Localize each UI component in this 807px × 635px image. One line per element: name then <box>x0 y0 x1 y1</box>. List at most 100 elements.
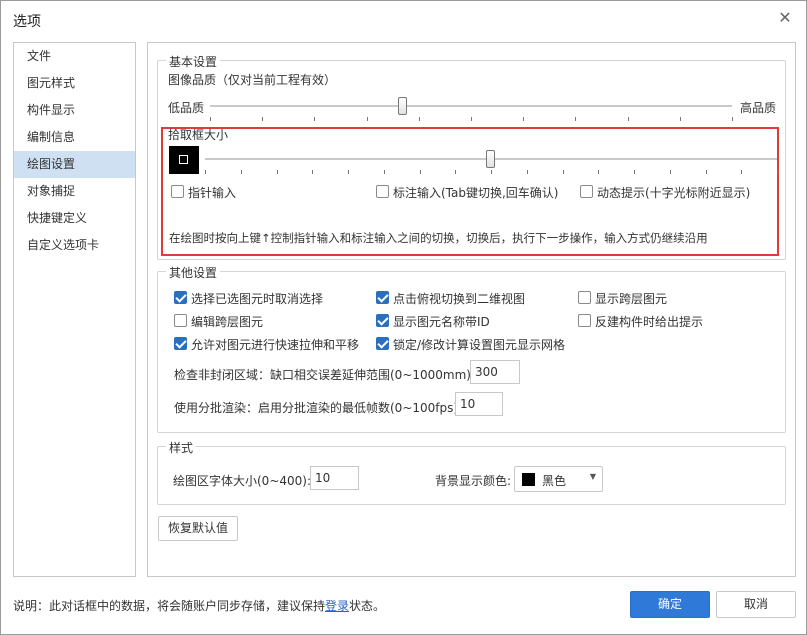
slider-tick <box>205 170 206 174</box>
slider-tick <box>276 170 278 174</box>
slider-tick <box>419 170 421 174</box>
dynamic-hint-label: 动态提示(十字光标附近显示) <box>597 186 751 200</box>
nav-item-label: 构件显示 <box>27 103 76 117</box>
slider-tick <box>383 170 385 174</box>
bg-color-label: 背景显示颜色: <box>435 474 512 488</box>
style-legend: 样式 <box>166 439 197 456</box>
bg-color-value: 黑色 <box>542 474 567 488</box>
topview-2d-checkbox[interactable] <box>376 291 389 304</box>
gap-range-input[interactable]: 300 <box>470 360 520 384</box>
image-quality-label: 图像品质（仅对当前工程有效） <box>168 73 337 87</box>
deselect-selected-label: 选择已选图元时取消选择 <box>191 292 324 306</box>
pick-box-preview <box>169 146 199 174</box>
show-cross-layer-label: 显示跨层图元 <box>595 292 668 306</box>
nav-item-drawing-settings[interactable]: 绘图设置 <box>14 151 135 178</box>
edit-cross-layer-label: 编辑跨层图元 <box>191 315 264 329</box>
title-bar: 选项 ✕ <box>1 1 806 37</box>
dim-input-checkbox[interactable] <box>376 185 389 198</box>
nav-item-object-snap[interactable]: 对象捕捉 <box>14 178 135 205</box>
other-settings-group: 其他设置 选择已选图元时取消选择 点击俯视切换到二维视图 显示跨层图元 编辑跨层… <box>157 264 786 433</box>
slider-tick <box>348 170 349 174</box>
slider-tick <box>455 170 457 174</box>
nav-item-custom-tabs[interactable]: 自定义选项卡 <box>14 232 135 259</box>
slider-tick <box>312 170 314 174</box>
pick-box-label: 拾取框大小 <box>168 128 229 142</box>
reverse-build-prompt-label: 反建构件时给出提示 <box>595 315 704 329</box>
slider-tick <box>777 170 778 174</box>
slider-tick <box>240 170 242 174</box>
close-icon[interactable]: ✕ <box>776 9 794 27</box>
nav-item-label: 对象捕捉 <box>27 184 76 198</box>
show-name-id-label: 显示图元名称带ID <box>393 315 490 329</box>
dim-input-label: 标注输入(Tab键切换,回车确认) <box>393 186 559 200</box>
slider-tick <box>634 170 635 174</box>
nav-item-label: 自定义选项卡 <box>27 238 100 252</box>
nav-item-label: 图元样式 <box>27 76 76 90</box>
nav-item-shortcut-keys[interactable]: 快捷键定义 <box>14 205 135 232</box>
footer-note-suffix: 状态。 <box>349 599 386 613</box>
lock-grid-label: 锁定/修改计算设置图元显示网格 <box>393 338 566 352</box>
restore-defaults-button[interactable]: 恢复默认值 <box>158 516 238 541</box>
slider-tick <box>314 117 316 121</box>
nav-item-component-display[interactable]: 构件显示 <box>14 97 135 124</box>
pick-box-highlight: 拾取框大小 指针输入 标注输入(Tab键切换,回车确认) 动态提示(十字光标附近… <box>161 127 779 256</box>
slider-tick <box>669 170 671 174</box>
nav-item-label: 绘图设置 <box>27 157 76 171</box>
deselect-selected-checkbox[interactable] <box>174 291 187 304</box>
nav-item-label: 快捷键定义 <box>27 211 88 225</box>
settings-panel: 基本设置 图像品质（仅对当前工程有效） 低品质 高品质 拾取框大小 指针输入 标… <box>147 42 796 577</box>
batch-render-label: 使用分批渲染：启用分批渲染的最低帧数(0~100fps): <box>174 401 463 415</box>
nav-item-label: 编制信息 <box>27 130 76 144</box>
pointer-input-label: 指针输入 <box>188 186 237 200</box>
pick-box-slider[interactable] <box>486 150 495 168</box>
input-switch-hint: 在绘图时按向上键↑控制指针输入和标注输入之间的切换，切换后，执行下一步操作，输入… <box>169 231 708 245</box>
cancel-button[interactable]: 取消 <box>716 591 796 618</box>
nav-item-compile-info[interactable]: 编制信息 <box>14 124 135 151</box>
reverse-build-prompt-checkbox[interactable] <box>578 314 591 327</box>
image-quality-slider[interactable] <box>398 97 408 115</box>
slider-tick <box>679 117 681 121</box>
footer-note: 说明：此对话框中的数据，将会随账户同步存储，建议保持登录状态。 <box>13 597 385 614</box>
slider-tick <box>732 117 733 121</box>
nav-item-label: 文件 <box>27 49 52 63</box>
footer-note-text: 说明：此对话框中的数据，将会随账户同步存储，建议保持 <box>13 599 326 613</box>
show-name-id-checkbox[interactable] <box>376 314 389 327</box>
gap-range-label: 检查非封闭区域：缺口相交误差延伸范围(0~1000mm): <box>174 368 476 382</box>
ok-button[interactable]: 确定 <box>630 591 710 618</box>
slider-tick <box>575 117 577 121</box>
slider-tick <box>491 170 492 174</box>
login-link[interactable]: 登录 <box>325 599 349 613</box>
slider-tick <box>418 117 420 121</box>
nav-item-element-style[interactable]: 图元样式 <box>14 70 135 97</box>
basic-settings-legend: 基本设置 <box>166 53 221 70</box>
options-nav: 文件 图元样式 构件显示 编制信息 绘图设置 对象捕捉 快捷键定义 自定义选项卡 <box>13 42 136 577</box>
image-quality-track <box>210 105 732 107</box>
low-quality-label: 低品质 <box>168 101 205 115</box>
chevron-down-icon: ▼ <box>589 472 596 481</box>
bg-color-select[interactable]: 黑色 ▼ <box>514 466 603 492</box>
slider-tick <box>705 170 707 174</box>
nav-item-file[interactable]: 文件 <box>14 43 135 70</box>
show-cross-layer-checkbox[interactable] <box>578 291 591 304</box>
edit-cross-layer-checkbox[interactable] <box>174 314 187 327</box>
font-size-label: 绘图区字体大小(0~400): <box>173 474 312 488</box>
slider-tick <box>262 117 264 121</box>
slider-tick <box>562 170 564 174</box>
high-quality-label: 高品质 <box>740 101 777 115</box>
quick-stretch-checkbox[interactable] <box>174 337 187 350</box>
dynamic-hint-checkbox[interactable] <box>580 185 593 198</box>
slider-tick <box>210 117 211 121</box>
style-group: 样式 绘图区字体大小(0~400): 10 背景显示颜色: 黑色 ▼ <box>157 439 786 505</box>
slider-tick <box>471 117 472 121</box>
batch-render-input[interactable]: 10 <box>455 392 503 416</box>
slider-tick <box>627 117 629 121</box>
font-size-input[interactable]: 10 <box>310 466 359 490</box>
slider-tick <box>598 170 600 174</box>
slider-tick <box>366 117 368 121</box>
dialog-title: 选项 <box>13 14 41 30</box>
pointer-input-checkbox[interactable] <box>171 185 184 198</box>
slider-tick <box>523 117 525 121</box>
options-dialog: 选项 ✕ 文件 图元样式 构件显示 编制信息 绘图设置 对象捕捉 快捷键定义 自… <box>0 0 807 635</box>
other-settings-legend: 其他设置 <box>166 264 221 281</box>
lock-grid-checkbox[interactable] <box>376 337 389 350</box>
